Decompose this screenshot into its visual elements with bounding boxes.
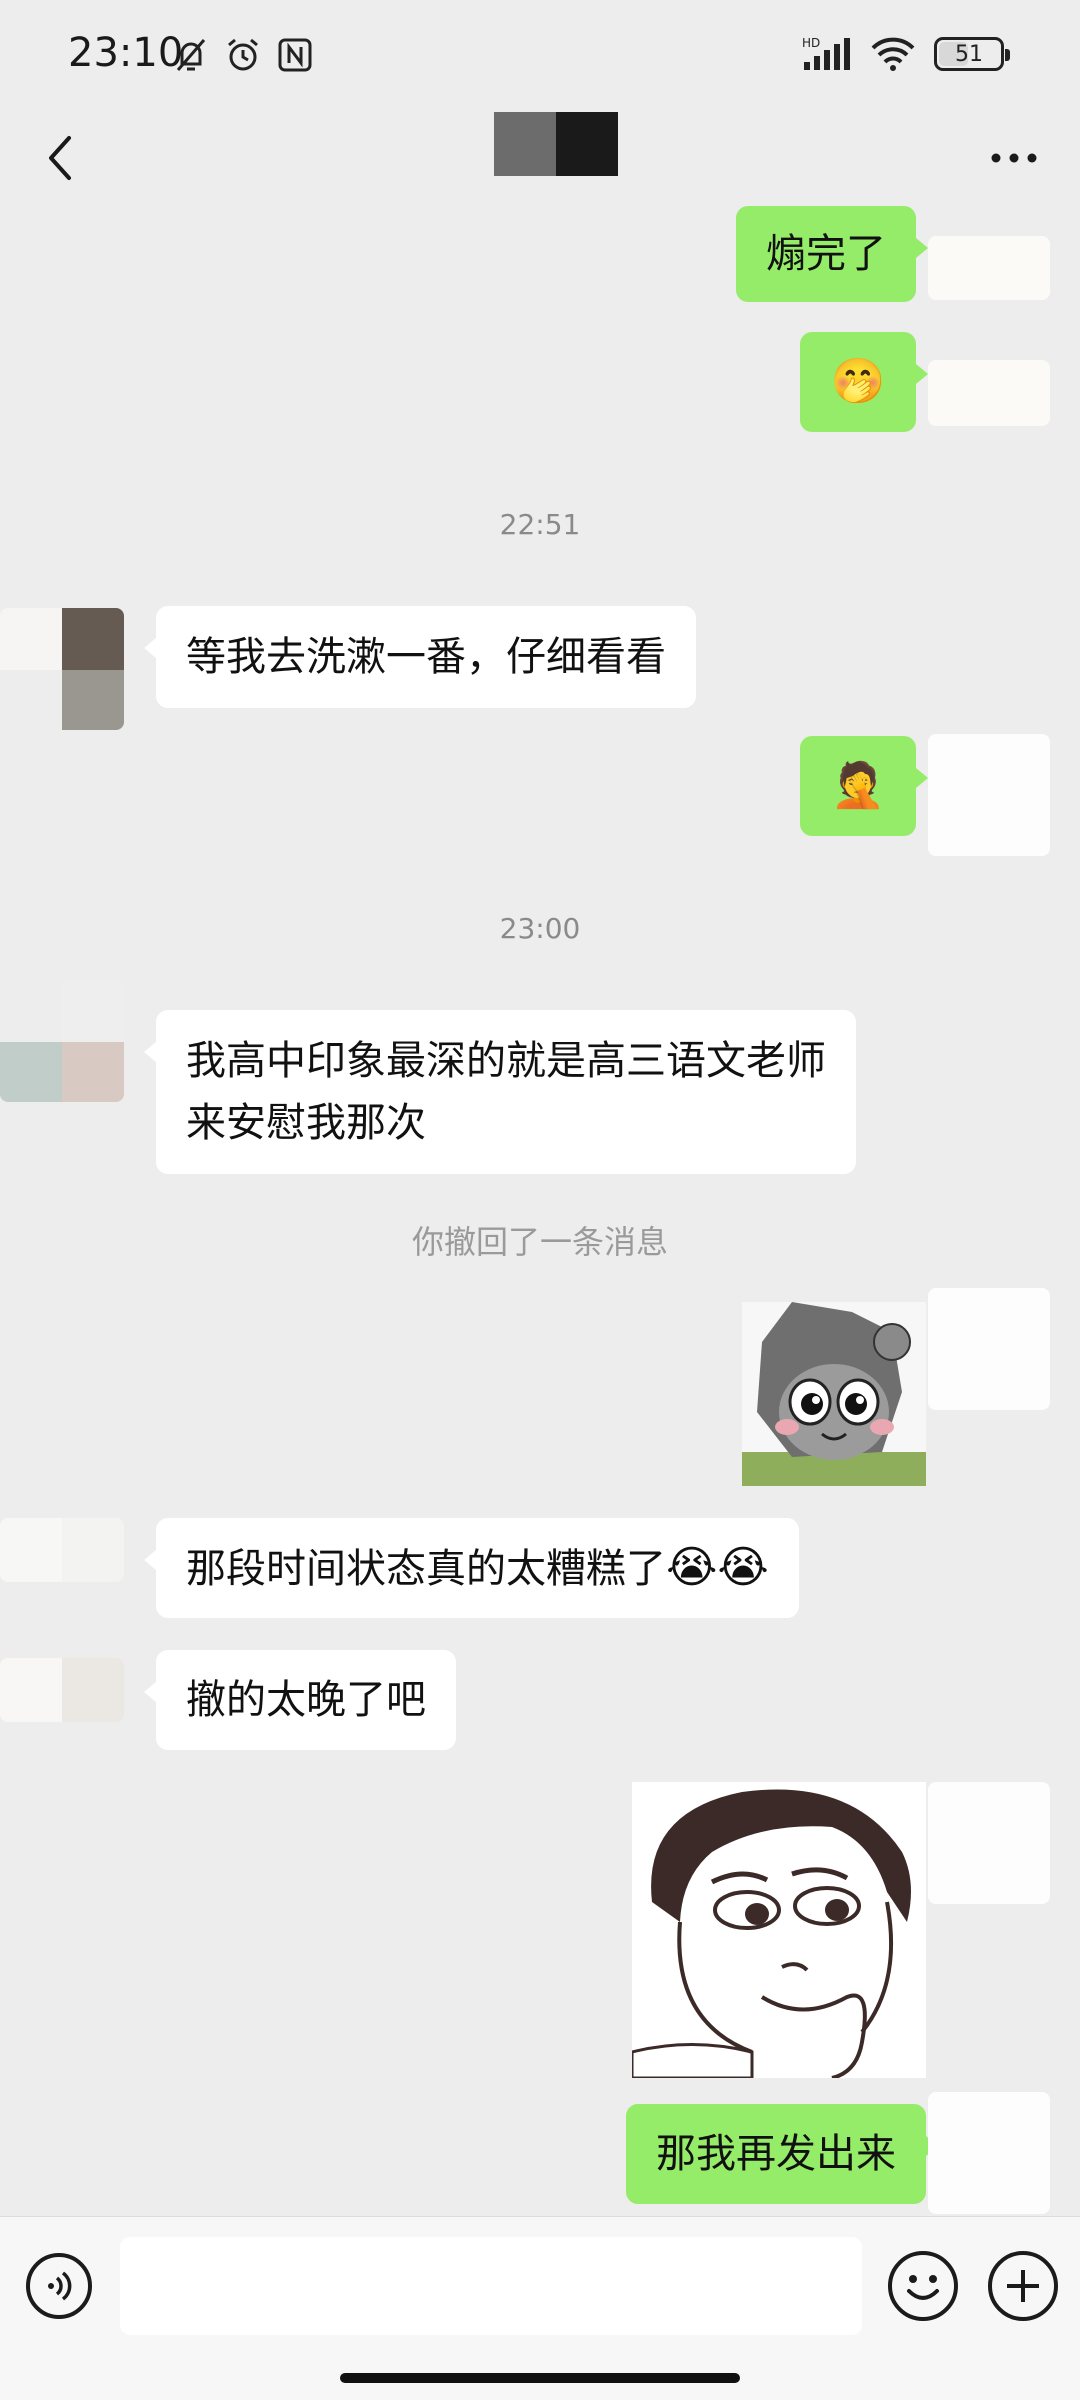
my-avatar[interactable] (928, 1782, 1050, 1904)
plus-button[interactable] (988, 2251, 1058, 2321)
chat-title-redacted (494, 112, 618, 176)
battery-level: 51 (955, 41, 983, 67)
signal-icon: HD (802, 36, 850, 70)
wifi-icon (871, 37, 915, 71)
status-icons-right: HD 51 (802, 36, 1010, 72)
timestamp: 22:51 (499, 508, 581, 541)
my-avatar[interactable] (928, 734, 1050, 856)
chat-header (0, 110, 1080, 206)
muted-bell-icon (176, 39, 206, 71)
voice-icon (48, 2271, 72, 2301)
message-input[interactable] (120, 2237, 862, 2335)
my-avatar[interactable] (928, 236, 1050, 300)
status-time: 23:10 (68, 30, 184, 76)
status-icons-left (172, 36, 314, 74)
sticker-pondering-girl[interactable] (632, 1782, 926, 2078)
message-bubble-outgoing[interactable]: 煽完了 (736, 206, 928, 302)
plus-icon (1007, 2270, 1039, 2302)
message-bubble-incoming[interactable]: 那段时间状态真的太糟糕了😭😭 (144, 1518, 799, 1618)
contact-avatar[interactable] (0, 1518, 124, 1582)
pondering-girl-sticker-icon (632, 1782, 926, 2078)
home-indicator[interactable] (340, 2373, 740, 2383)
message-bubble-outgoing[interactable]: 那我再发出来 (626, 2104, 938, 2204)
emoji-button[interactable] (888, 2251, 958, 2321)
grey-wolf-sticker-icon (742, 1302, 926, 1486)
my-avatar[interactable] (928, 1288, 1050, 1410)
my-avatar[interactable] (928, 360, 1050, 426)
crying-emoji: 😭😭 (666, 1542, 769, 1593)
sticker-grey-wolf[interactable] (742, 1302, 926, 1486)
voice-button[interactable] (26, 2253, 92, 2319)
battery-indicator: 51 (934, 37, 1010, 71)
emoji: 🤦 (830, 760, 886, 811)
back-button[interactable] (30, 128, 90, 188)
status-bar: 23:10 HD 51 (0, 0, 1080, 110)
message-line: 我高中印象最深的就是高三语文老师 (186, 1038, 826, 1084)
smile-icon (907, 2275, 939, 2300)
network-type-label: HD (802, 36, 820, 50)
alarm-icon (228, 38, 258, 71)
chat-messages[interactable]: 煽完了 🤭 22:51 等我去洗漱一番，仔细看看 🤦 23:00 我高中印象最深… (0, 206, 1080, 2216)
timestamp: 23:00 (499, 912, 581, 945)
message-bubble-outgoing[interactable]: 🤦 (800, 736, 928, 836)
message-bubble-incoming[interactable]: 我高中印象最深的就是高三语文老师 来安慰我那次 (144, 1010, 856, 1174)
emoji: 🤭 (830, 356, 886, 407)
recall-notice: 你撤回了一条消息 (411, 1223, 668, 1261)
more-button[interactable] (984, 138, 1044, 178)
chevron-left-icon (49, 136, 71, 180)
message-bubble-outgoing[interactable]: 🤭 (800, 332, 928, 432)
contact-avatar[interactable] (0, 608, 124, 730)
message-bubble-incoming[interactable]: 撤的太晚了吧 (144, 1650, 456, 1750)
contact-avatar[interactable] (0, 1658, 124, 1722)
message-bubble-incoming[interactable]: 等我去洗漱一番，仔细看看 (144, 606, 696, 708)
ellipsis-icon (991, 153, 1037, 163)
message-line: 来安慰我那次 (186, 1100, 426, 1146)
nfc-icon (278, 38, 312, 72)
my-avatar[interactable] (928, 2092, 1050, 2214)
message-text: 那段时间状态真的太糟糕了 (186, 1546, 666, 1592)
contact-avatar[interactable] (0, 980, 124, 1102)
